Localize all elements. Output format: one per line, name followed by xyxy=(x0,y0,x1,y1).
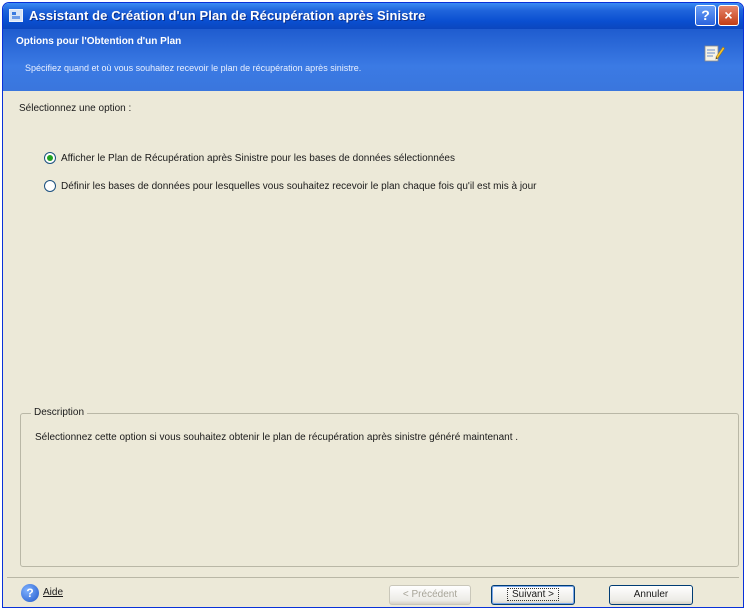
title-bar[interactable]: Assistant de Création d'un Plan de Récup… xyxy=(3,3,743,29)
header-subtitle: Spécifiez quand et où vous souhaitez rec… xyxy=(25,63,362,73)
header-title: Options pour l'Obtention d'un Plan xyxy=(16,36,182,47)
next-button-label: Suivant > xyxy=(507,588,559,601)
next-button[interactable]: Suivant > xyxy=(491,585,575,605)
description-text: Sélectionnez cette option si vous souhai… xyxy=(35,432,519,443)
wizard-icon xyxy=(704,45,725,62)
window-title: Assistant de Création d'un Plan de Récup… xyxy=(29,8,426,23)
content-area: Sélectionnez une option : Afficher le Pl… xyxy=(3,91,743,607)
previous-button[interactable]: < Précédent xyxy=(389,585,471,605)
option-define-databases-label[interactable]: Définir les bases de données pour lesque… xyxy=(61,181,537,192)
help-link[interactable]: Aide xyxy=(43,587,63,598)
footer-divider xyxy=(7,577,739,578)
option-define-databases[interactable]: Définir les bases de données pour lesque… xyxy=(44,180,537,192)
help-icon[interactable]: ? xyxy=(695,5,716,26)
radio-show-plan[interactable] xyxy=(44,152,56,164)
option-show-plan-label[interactable]: Afficher le Plan de Récupération après S… xyxy=(61,153,455,164)
description-group: Description Sélectionnez cette option si… xyxy=(20,407,739,567)
description-legend: Description xyxy=(31,407,88,418)
option-show-plan[interactable]: Afficher le Plan de Récupération après S… xyxy=(44,152,455,164)
radio-define-databases[interactable] xyxy=(44,180,56,192)
app-icon xyxy=(9,9,23,22)
header-band: Options pour l'Obtention d'un Plan Spéci… xyxy=(3,29,743,91)
close-icon[interactable]: × xyxy=(718,5,739,26)
wizard-window: Assistant de Création d'un Plan de Récup… xyxy=(2,2,744,608)
help-circle-icon[interactable]: ? xyxy=(21,584,39,602)
option-prompt: Sélectionnez une option : xyxy=(19,103,132,114)
cancel-button[interactable]: Annuler xyxy=(609,585,693,605)
